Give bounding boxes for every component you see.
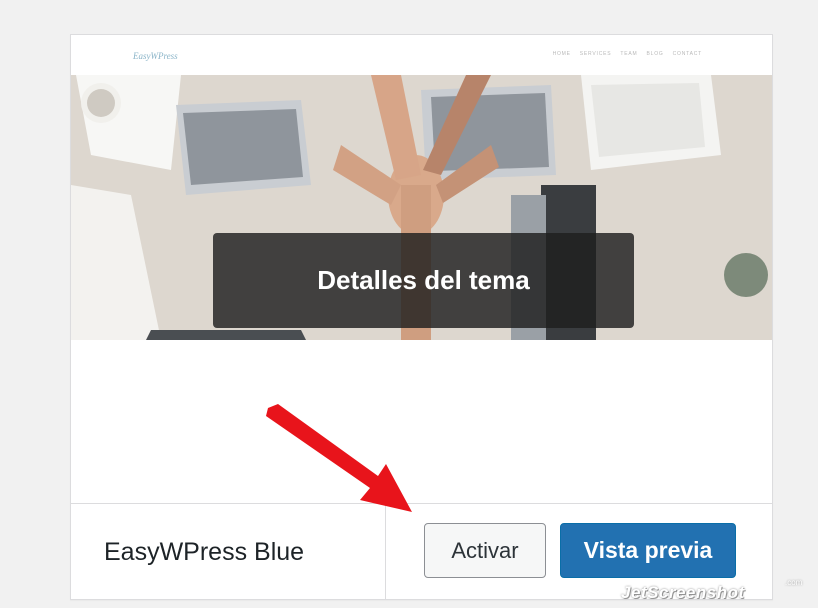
theme-details-label: Detalles del tema: [317, 265, 530, 295]
preview-nav-item: BLOG: [646, 51, 664, 57]
theme-card[interactable]: EasyWPress HOME SERVICES TEAM BLOG CONTA…: [70, 34, 773, 600]
theme-screenshot[interactable]: EasyWPress HOME SERVICES TEAM BLOG CONTA…: [71, 35, 772, 340]
watermark-text: JetScreenshot: [621, 583, 745, 602]
preview-nav-item: SERVICES: [579, 51, 612, 57]
preview-nav-item: TEAM: [620, 51, 638, 57]
preview-site-header: EasyWPress HOME SERVICES TEAM BLOG CONTA…: [71, 35, 772, 76]
live-preview-button[interactable]: Vista previa: [560, 523, 736, 578]
theme-name: EasyWPress Blue: [104, 538, 305, 566]
card-blank-area: [71, 340, 772, 503]
activate-button[interactable]: Activar: [424, 523, 546, 578]
preview-site-nav: HOME SERVICES TEAM BLOG CONTACT: [553, 51, 702, 57]
preview-site-logo: EasyWPress: [133, 51, 178, 61]
preview-nav-item: HOME: [552, 51, 571, 57]
watermark-suffix: .com: [785, 578, 803, 587]
preview-nav-item: CONTACT: [672, 51, 702, 57]
theme-details-overlay[interactable]: Detalles del tema: [213, 233, 634, 328]
red-arrow-annotation: [266, 404, 412, 512]
